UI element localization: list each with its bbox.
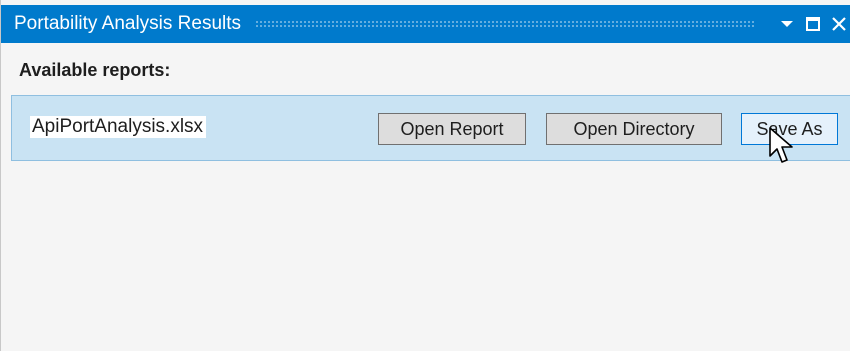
portability-results-window: Portability Analysis Results Available r… xyxy=(0,0,850,351)
window-title: Portability Analysis Results xyxy=(14,13,242,34)
available-reports-label: Available reports: xyxy=(19,60,171,80)
report-file-name: ApiPortAnalysis.xlsx xyxy=(30,116,207,138)
report-list-item[interactable]: ApiPortAnalysis.xlsx Open Report Open Di… xyxy=(11,95,850,161)
open-report-button[interactable]: Open Report xyxy=(378,113,526,145)
chevron-down-icon[interactable] xyxy=(777,5,797,43)
titlebar-drag-grip[interactable] xyxy=(255,20,755,28)
close-icon[interactable] xyxy=(829,5,849,43)
mouse-pointer-icon xyxy=(769,127,793,163)
tool-window-titlebar[interactable]: Portability Analysis Results xyxy=(1,5,850,43)
maximize-icon[interactable] xyxy=(803,5,823,43)
open-directory-button[interactable]: Open Directory xyxy=(546,113,722,145)
